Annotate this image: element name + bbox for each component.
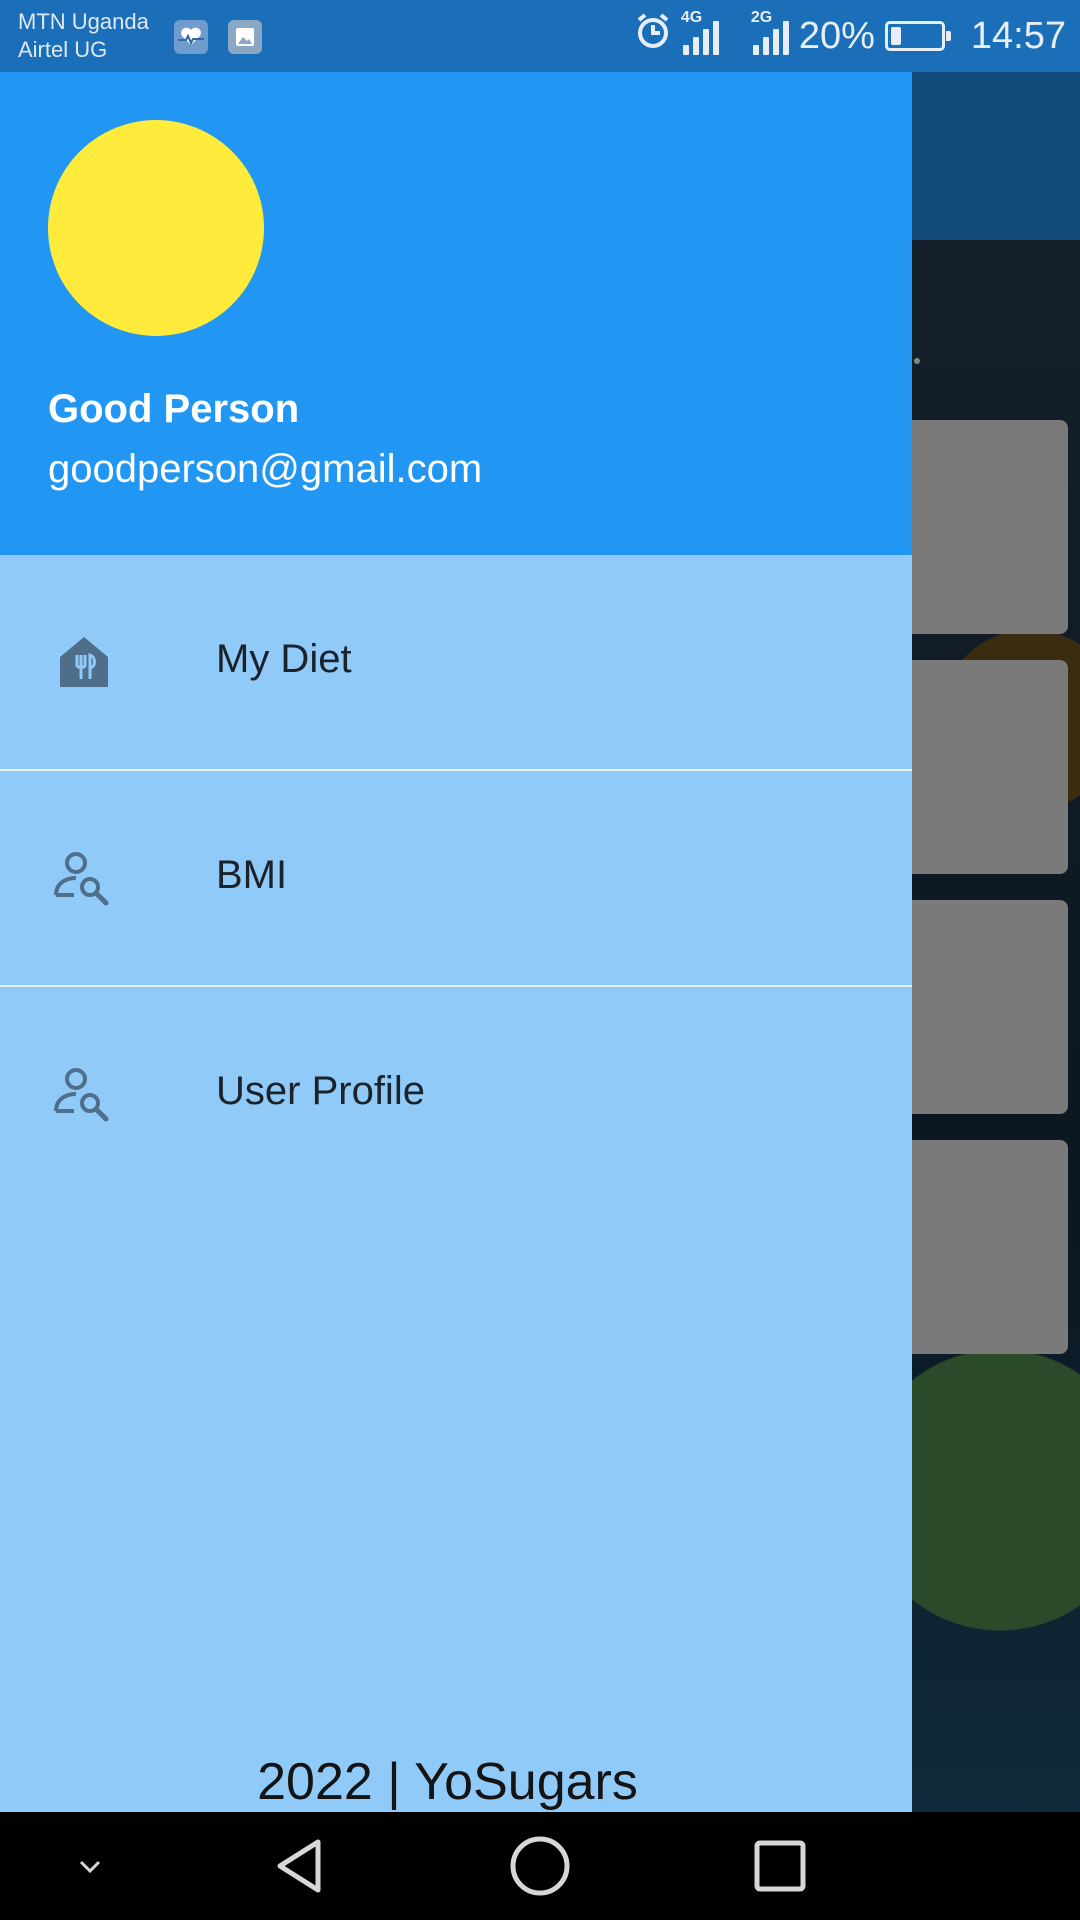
battery-icon [884, 21, 951, 51]
status-bar: MTN Uganda Airtel UG 4G 2G 20% 14:57 [0, 0, 1080, 72]
menu-item-user-profile[interactable]: User Profile [0, 987, 912, 1201]
user-email: goodperson@gmail.com [48, 447, 483, 491]
carrier-info: MTN Uganda Airtel UG [18, 8, 149, 64]
menu-item-label: My Diet [216, 637, 352, 681]
clock: 14:57 [970, 14, 1066, 57]
drawer-footer: 2022 | YoSugars [257, 1753, 638, 1811]
collapse-icon[interactable] [50, 1812, 130, 1920]
battery-percent: 20% [798, 14, 875, 57]
menu-item-label: BMI [216, 853, 288, 897]
restaurant-icon [50, 627, 118, 695]
person-search-icon [50, 1059, 118, 1127]
alarm-icon [633, 11, 673, 61]
health-monitor-icon [174, 20, 208, 54]
signal-icon: 4G [681, 9, 719, 55]
menu-item-bmi[interactable]: BMI [0, 771, 912, 987]
carrier-name-2: Airtel UG [18, 37, 108, 62]
drawer-header: Good Person goodperson@gmail.com [0, 72, 912, 555]
network-type-label: 4G [680, 9, 703, 26]
avatar[interactable] [48, 120, 264, 336]
signal-icon: 2G [751, 9, 789, 55]
back-icon[interactable] [250, 1812, 350, 1920]
system-nav-bar [0, 1812, 1080, 1920]
battery-fill [890, 27, 901, 45]
user-name: Good Person [48, 387, 300, 431]
background-dot [914, 358, 920, 364]
navigation-drawer: Good Person goodperson@gmail.com My Diet… [0, 72, 912, 1812]
person-search-icon [50, 843, 118, 911]
menu-item-my-diet[interactable]: My Diet [0, 555, 912, 771]
recents-icon[interactable] [730, 1812, 830, 1920]
home-icon[interactable] [490, 1812, 590, 1920]
carrier-name-1: MTN Uganda [18, 9, 149, 34]
gallery-icon [228, 20, 262, 54]
network-type-label: 2G [750, 9, 773, 26]
menu-item-label: User Profile [216, 1069, 425, 1113]
